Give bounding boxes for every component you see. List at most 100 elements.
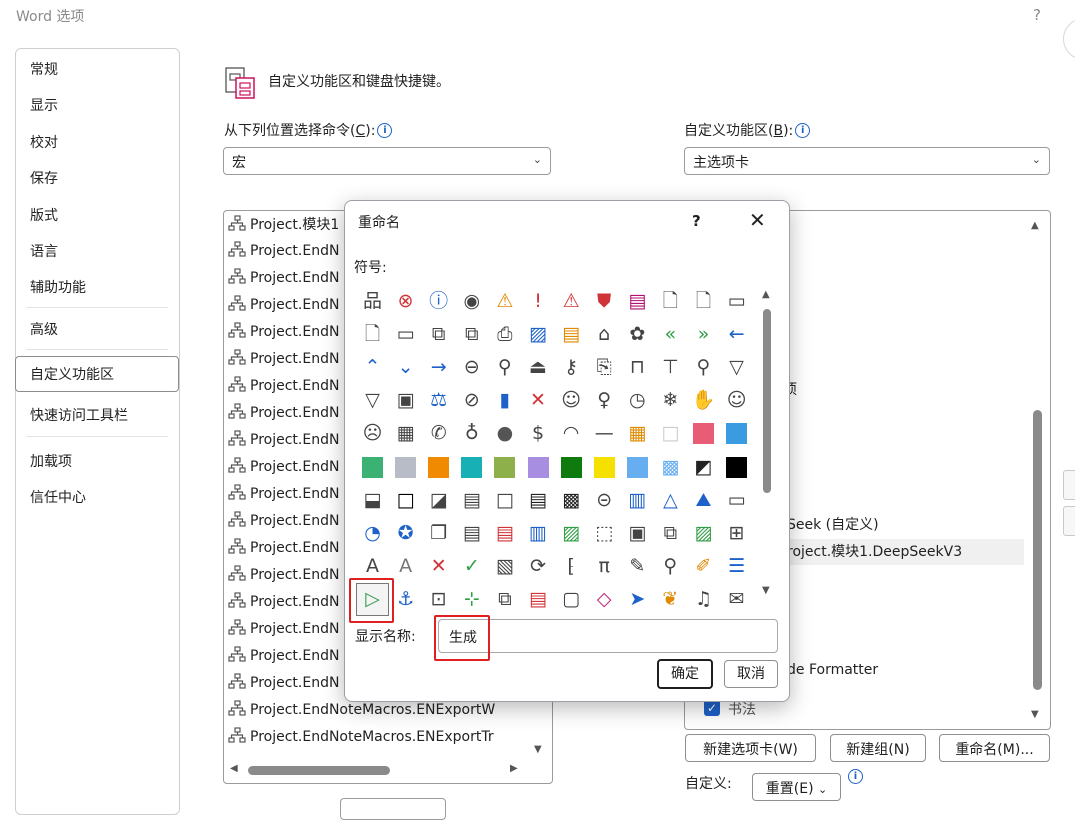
smile-icon[interactable]: ☺ xyxy=(720,384,753,417)
close-icon[interactable]: ✕ xyxy=(749,208,766,232)
swatch-black-icon[interactable] xyxy=(720,451,753,484)
list-item[interactable]: Project.EndN xyxy=(228,268,339,295)
triangle-icon[interactable]: △ xyxy=(654,484,687,517)
contact-card-icon[interactable]: ▣ xyxy=(389,384,422,417)
new-group-button[interactable]: 新建组(N) xyxy=(830,734,926,762)
bell-icon[interactable]: ♫ xyxy=(687,583,720,616)
swatch-yellow-icon[interactable] xyxy=(588,451,621,484)
people-icon[interactable]: ☺ xyxy=(555,384,588,417)
warning-icon[interactable]: ⚠ xyxy=(488,285,521,318)
nav-item-quick-access[interactable]: 快速访问工具栏 xyxy=(30,405,128,425)
commands-from-dropdown[interactable]: 宏 ⌄ xyxy=(223,147,551,175)
sitemap-icon[interactable]: 品 xyxy=(356,285,389,318)
swatch-gray-icon[interactable] xyxy=(389,451,422,484)
list-item[interactable]: Project.EndN xyxy=(228,430,339,457)
bookmark-icon[interactable]: ⊓ xyxy=(621,351,654,384)
target-icon[interactable]: ◉ xyxy=(455,285,488,318)
info-circle-icon[interactable]: ⓘ xyxy=(422,285,455,318)
scrollbar-thumb[interactable] xyxy=(248,766,390,775)
check-icon[interactable]: ✓ xyxy=(455,550,488,583)
list-item[interactable]: Project.EndN xyxy=(228,673,339,700)
forward-double-icon[interactable]: » xyxy=(687,318,720,351)
side-circle-button[interactable] xyxy=(1063,18,1075,60)
search-icon[interactable]: ⚲ xyxy=(687,351,720,384)
list-item[interactable]: Project.EndN xyxy=(228,619,339,646)
tree-item[interactable]: 书法 xyxy=(728,699,756,719)
filter-icon[interactable]: ▽ xyxy=(720,351,753,384)
swatch-empty-icon[interactable]: □ xyxy=(488,484,521,517)
wifi-icon[interactable]: ◠ xyxy=(555,417,588,450)
list-item[interactable]: Project.EndN xyxy=(228,322,339,349)
list-bullets-icon[interactable]: ☰ xyxy=(720,550,753,583)
mail-open-icon[interactable]: ✉ xyxy=(720,583,753,616)
nav-item-trust-center[interactable]: 信任中心 xyxy=(30,487,86,507)
scales-icon[interactable]: ⚖ xyxy=(422,384,455,417)
paste-icon[interactable]: ⧉ xyxy=(455,318,488,351)
scroll-down-arrow[interactable]: ▼ xyxy=(762,585,770,596)
brush-icon[interactable]: ✐ xyxy=(687,550,720,583)
block-icon[interactable]: ⊘ xyxy=(455,384,488,417)
swatch-outline-icon[interactable]: □ xyxy=(389,484,422,517)
reset-dropdown[interactable]: 重置(E) ⌄ xyxy=(752,773,841,801)
lock-icon[interactable]: ⏏ xyxy=(522,351,555,384)
list-item[interactable]: Project.EndN xyxy=(228,241,339,268)
print-icon[interactable]: ⎙ xyxy=(488,318,521,351)
tree-scroll-down[interactable]: ▼ xyxy=(1031,705,1039,721)
info-icon[interactable]: i xyxy=(377,123,393,138)
swatch-teal-icon[interactable] xyxy=(455,451,488,484)
eraser-icon[interactable]: ◇ xyxy=(588,583,621,616)
text-a-gray-icon[interactable]: A xyxy=(389,550,422,583)
arrow-left-circle-icon[interactable]: ⊖ xyxy=(455,351,488,384)
swatch-lightblue-icon[interactable] xyxy=(621,451,654,484)
clipboard-icon[interactable]: ▤ xyxy=(555,318,588,351)
frame-icon[interactable]: ⬚ xyxy=(588,517,621,550)
nav-item-proofing[interactable]: 校对 xyxy=(30,132,58,152)
scroll-left-arrow[interactable]: ◀ xyxy=(230,763,238,774)
swatch-orange-icon[interactable] xyxy=(422,451,455,484)
mountains-icon[interactable]: ⛰ xyxy=(687,484,720,517)
tiles-color-icon[interactable]: ▦ xyxy=(621,417,654,450)
tree-item-selected[interactable]: roject.模块1.DeepSeekV3 xyxy=(787,541,962,561)
key-icon[interactable]: ⚷ xyxy=(555,351,588,384)
dollar-icon[interactable]: $ xyxy=(522,417,555,450)
list-item[interactable]: Project.EndN xyxy=(228,295,339,322)
image-chart-icon[interactable]: ▨ xyxy=(555,517,588,550)
list-item[interactable]: Project.模块1 xyxy=(228,214,339,241)
nav-item-display[interactable]: 显示 xyxy=(30,95,58,115)
arrow-circle-icon[interactable]: ⊝ xyxy=(588,484,621,517)
anchor-icon[interactable]: ⚓ xyxy=(389,583,422,616)
info-icon[interactable]: i xyxy=(795,123,811,138)
pi-icon[interactable]: π xyxy=(588,550,621,583)
info-icon[interactable]: i xyxy=(848,769,863,784)
duplicate-icon[interactable]: ⧉ xyxy=(488,583,521,616)
list-item[interactable]: Project.EndNoteMacros.ENExportW xyxy=(228,700,495,727)
list-item[interactable]: Project.EndNoteMacros.ENExportTr xyxy=(228,727,494,754)
list-alert-icon[interactable]: ▤ xyxy=(522,583,555,616)
eight-ball-icon[interactable]: ● xyxy=(488,417,521,450)
hand-icon[interactable]: ✋ xyxy=(687,384,720,417)
window-icon[interactable]: ▭ xyxy=(720,285,753,318)
nav-item-customize-ribbon[interactable]: 自定义功能区 xyxy=(30,364,114,384)
form-icon[interactable]: ▤ xyxy=(455,517,488,550)
clock-icon[interactable]: ◷ xyxy=(621,384,654,417)
palette-icon[interactable]: ✿ xyxy=(621,318,654,351)
list-item[interactable]: Project.EndN xyxy=(228,376,339,403)
sad-icon[interactable]: ☹ xyxy=(356,417,389,450)
windows-icon[interactable]: ❐ xyxy=(422,517,455,550)
send-icon[interactable]: ➤ xyxy=(621,583,654,616)
alert-icon[interactable]: ⚠ xyxy=(555,285,588,318)
sticky-note-icon[interactable]: ▢ xyxy=(555,583,588,616)
swatch-pink-icon[interactable] xyxy=(687,417,720,450)
swatch-purple-icon[interactable] xyxy=(522,451,555,484)
swatch-green-icon[interactable] xyxy=(356,451,389,484)
tree-scrollbar-thumb[interactable] xyxy=(1033,410,1042,690)
nav-item-addins[interactable]: 加载项 xyxy=(30,451,72,471)
lasso-icon[interactable]: ⊹ xyxy=(455,583,488,616)
swatch-pattern-icon[interactable]: ▩ xyxy=(654,451,687,484)
dash-icon[interactable]: — xyxy=(588,417,621,450)
list-item[interactable]: Project.EndN xyxy=(228,646,339,673)
scroll-down-arrow[interactable]: ▼ xyxy=(534,740,542,756)
picture-icon[interactable]: ▨ xyxy=(522,318,555,351)
arrow-left-icon[interactable]: ← xyxy=(720,318,753,351)
dialog-help-button[interactable]: ? xyxy=(692,212,701,230)
